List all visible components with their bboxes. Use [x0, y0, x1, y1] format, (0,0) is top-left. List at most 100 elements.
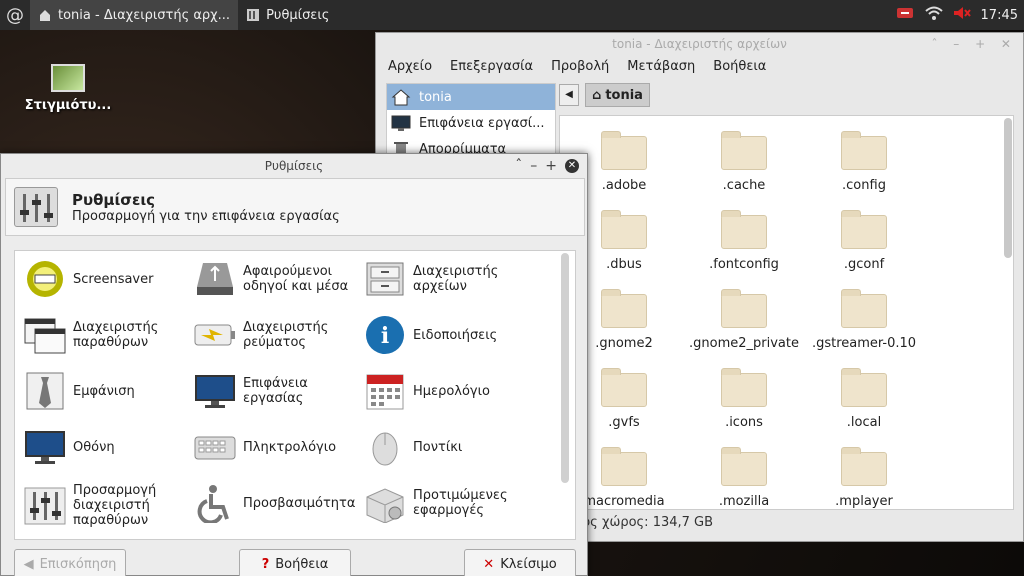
menu-help[interactable]: Βοήθεια [713, 59, 766, 74]
settings-item-appearance[interactable]: Εμφάνιση [23, 371, 188, 411]
scrollbar[interactable] [1004, 118, 1012, 258]
close-label: Κλείσιμο [500, 556, 557, 572]
item-label: Προσβασιμότητα [243, 495, 356, 511]
close-button[interactable]: ✕ Κλείσιμο [464, 549, 576, 576]
top-panel: @ tonia - Διαχειριστής αρχ... Ρυθμίσεις … [0, 0, 1024, 30]
screensaver-icon [23, 259, 67, 299]
overview-button[interactable]: ◀ Επισκόπηση [14, 549, 126, 576]
folder-icon [841, 447, 887, 486]
settings-item-keyboard[interactable]: Πληκτρολόγιο [193, 427, 358, 467]
maximize-icon[interactable]: + [545, 154, 557, 178]
item-label: Ειδοποιήσεις [413, 327, 498, 343]
sliders-icon [23, 486, 67, 526]
scrollbar[interactable] [561, 253, 569, 483]
desktop-screenshot-icon[interactable]: Στιγμιότυ... [18, 64, 118, 113]
shade-icon[interactable]: ˆ [515, 154, 522, 178]
folder-icon [721, 289, 767, 328]
settings-item-preferred-apps[interactable]: Προτιμώμενες εφαρμογές [363, 483, 528, 524]
settings-header: Ρυθμίσεις Προσαρμογή για την επιφάνεια ε… [5, 178, 585, 236]
folder-icon [721, 368, 767, 407]
menubar: Αρχείο Επεξεργασία Προβολή Μετάβαση Βοήθ… [376, 55, 1023, 77]
menu-file[interactable]: Αρχείο [388, 59, 432, 74]
item-label: Screensaver [73, 271, 154, 287]
settings-item-wm-tweaks[interactable]: Προσαρμογή διαχειριστή παραθύρων [23, 483, 188, 528]
settings-item-screensaver[interactable]: Screensaver [23, 259, 188, 299]
tie-icon [23, 371, 67, 411]
settings-item-file-manager[interactable]: Διαχειριστής αρχείων [363, 259, 528, 299]
battery-indicator-icon[interactable] [896, 7, 915, 23]
item-label: Ημερολόγιο [413, 383, 490, 399]
sidebar-item-desktop[interactable]: Επιφάνεια εργασί... [387, 110, 555, 136]
window-controls[interactable]: ˆ – + ✕ [931, 33, 1017, 55]
folder-icon [841, 368, 887, 407]
usb-drive-icon [193, 259, 237, 299]
settings-item-notifications[interactable]: i Ειδοποιήσεις [363, 315, 528, 355]
sidebar-item-label: Επιφάνεια εργασί... [419, 115, 545, 131]
settings-item-display[interactable]: Οθόνη [23, 427, 188, 467]
window-title: tonia - Διαχειριστής αρχείων [612, 37, 787, 51]
desktop-icon [391, 114, 411, 132]
folder-label: .dbus [606, 257, 642, 272]
folder-icon [601, 368, 647, 407]
task-file-manager[interactable]: tonia - Διαχειριστής αρχ... [30, 0, 239, 30]
folder-icon [601, 210, 647, 249]
home-icon: ⌂ [592, 87, 602, 103]
back-arrow-icon[interactable]: ◀ [559, 84, 579, 106]
settings-item-calendar[interactable]: Ημερολόγιο [363, 371, 528, 411]
folder-item[interactable]: .mplayer [804, 447, 924, 509]
folder-label: macromedia [583, 494, 665, 509]
debian-logo-icon[interactable]: @ [0, 0, 30, 30]
menu-view[interactable]: Προβολή [551, 59, 609, 74]
folder-icon [721, 131, 767, 170]
item-label: Ποντίκι [413, 439, 463, 455]
menu-go[interactable]: Μετάβαση [627, 59, 695, 74]
windows-icon [23, 315, 67, 355]
settings-item-window-manager[interactable]: Διαχειριστής παραθύρων [23, 315, 188, 355]
path-label: tonia [605, 87, 643, 103]
help-label: Βοήθεια [275, 556, 329, 572]
folder-item[interactable]: .gnome2_private [684, 289, 804, 351]
window-titlebar[interactable]: Ρυθμίσεις ˆ – + ✕ [1, 154, 587, 178]
desktop-icon-label: Στιγμιότυ... [24, 98, 112, 113]
folder-icon [841, 131, 887, 170]
folder-icon [841, 289, 887, 328]
folder-item[interactable]: .local [804, 368, 924, 430]
minimize-icon[interactable]: – [530, 154, 537, 178]
clock[interactable]: 17:45 [981, 8, 1018, 23]
mouse-icon [363, 427, 407, 467]
folder-label: .cache [722, 178, 766, 193]
folder-item[interactable]: .cache [684, 131, 804, 193]
settings-item-power-manager[interactable]: Διαχειριστής ρεύματος [193, 315, 358, 355]
folder-item[interactable]: .gconf [804, 210, 924, 272]
path-bar: ◀ ⌂ tonia [559, 83, 650, 107]
sidebar-item-home[interactable]: tonia [387, 84, 555, 110]
menu-edit[interactable]: Επεξεργασία [450, 59, 533, 74]
item-label: Προσαρμογή διαχειριστή παραθύρων [73, 483, 157, 528]
folder-item[interactable]: .icons [684, 368, 804, 430]
item-label: Εμφάνιση [73, 383, 135, 399]
folder-icon [841, 210, 887, 249]
folder-label: .gconf [843, 257, 885, 272]
item-label: Πληκτρολόγιο [243, 439, 337, 455]
task-settings[interactable]: Ρυθμίσεις [238, 0, 337, 30]
volume-muted-icon[interactable] [953, 6, 971, 24]
window-titlebar[interactable]: tonia - Διαχειριστής αρχείων ˆ – + ✕ [376, 33, 1023, 55]
settings-item-desktop[interactable]: Επιφάνεια εργασίας [193, 371, 358, 411]
settings-item-removable-drives[interactable]: Αφαιρούμενοι οδηγοί και μέσα [193, 259, 358, 299]
accessibility-icon [193, 483, 237, 525]
close-icon[interactable]: ✕ [565, 159, 579, 173]
folder-label: .gnome2 [595, 336, 653, 351]
folder-item[interactable]: .config [804, 131, 924, 193]
folder-label: .adobe [601, 178, 647, 193]
folder-item[interactable]: .gstreamer-0.10 [804, 289, 924, 351]
folder-item[interactable]: .mozilla [684, 447, 804, 509]
path-button-home[interactable]: ⌂ tonia [585, 83, 650, 107]
folder-label: .config [842, 178, 886, 193]
help-button[interactable]: ? Βοήθεια [239, 549, 351, 576]
window-controls: ˆ – + ✕ [515, 154, 579, 178]
folder-item[interactable]: .fontconfig [684, 210, 804, 272]
header-subtitle: Προσαρμογή για την επιφάνεια εργασίας [72, 208, 340, 224]
settings-item-mouse[interactable]: Ποντίκι [363, 427, 528, 467]
wifi-icon[interactable] [924, 6, 943, 24]
settings-item-accessibility[interactable]: Προσβασιμότητα [193, 483, 368, 525]
